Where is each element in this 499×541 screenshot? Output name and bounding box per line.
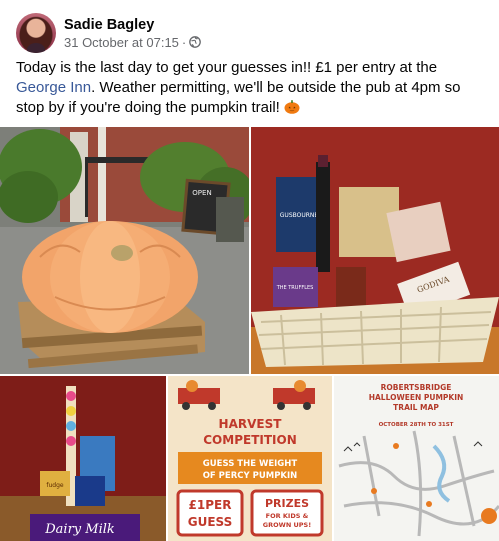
map-title3: TRAIL MAP (393, 403, 439, 412)
post-text: Today is the last day to get your guesse… (16, 58, 486, 118)
label-dairy-milk: Dairy Milk (44, 522, 115, 537)
poster-prizes-sub1: FOR KIDS & (266, 512, 309, 520)
avatar[interactable] (16, 13, 56, 53)
photo-prize-hamper[interactable]: GUSBOURNE GODIVA THE TRUFFLES (251, 127, 499, 374)
map-dates: OCTOBER 28TH TO 31ST (379, 422, 454, 428)
sign-open-text: OPEN (192, 189, 211, 197)
poster-line3: GUESS THE WEIGHT (203, 459, 298, 469)
photo-sweets-prizes[interactable]: fudge Dairy Milk (0, 376, 166, 541)
map-title2: HALLOWEEN PUMPKIN (369, 393, 464, 402)
meta-separator: · (181, 34, 187, 50)
map-title1: ROBERTSBRIDGE (381, 383, 452, 392)
label-gusbourne: GUSBOURNE (280, 212, 319, 219)
author-block: Sadie Bagley 31 October at 07:15 · (64, 16, 202, 51)
poster-line1: HARVEST (219, 417, 283, 431)
post-text-start: Today is the last day to get your guesse… (16, 59, 438, 76)
george-inn-link[interactable]: George Inn (16, 79, 91, 96)
poster-prizes-sub2: GROWN UPS! (263, 521, 311, 529)
label-truffles: THE TRUFFLES (276, 285, 314, 291)
photo-giant-pumpkin[interactable]: OPEN (0, 127, 249, 374)
post-header: Sadie Bagley 31 October at 07:15 · (16, 12, 202, 54)
poster-price2: GUESS (188, 515, 233, 529)
pumpkin-emoji (284, 100, 300, 114)
globe-icon (189, 36, 202, 48)
poster-line4: OF PERCY PUMPKIN (203, 471, 298, 481)
post-meta: 31 October at 07:15 · (64, 34, 202, 51)
poster-prizes: PRIZES (265, 497, 309, 510)
poster-line2: COMPETITION (203, 433, 297, 447)
timestamp[interactable]: 31 October at 07:15 (64, 34, 179, 51)
photo-competition-poster[interactable]: HARVEST COMPETITION GUESS THE WEIGHT OF … (168, 376, 332, 541)
poster-price: £1PER (189, 498, 232, 512)
photo-trail-map[interactable]: ROBERTSBRIDGE HALLOWEEN PUMPKIN TRAIL MA… (334, 376, 499, 541)
author-name[interactable]: Sadie Bagley (64, 16, 201, 34)
label-fudge: fudge (46, 482, 64, 489)
